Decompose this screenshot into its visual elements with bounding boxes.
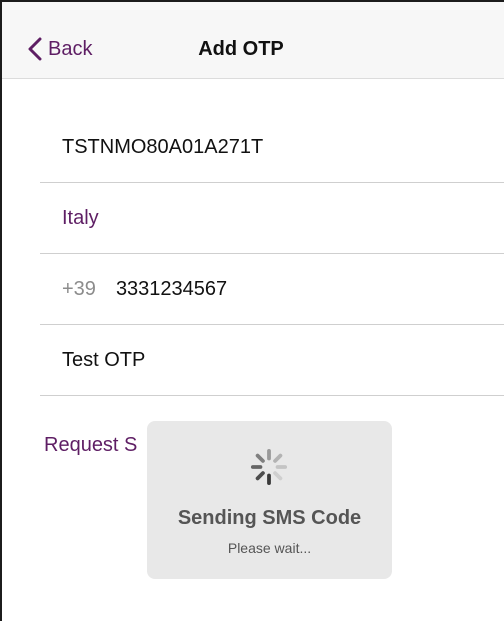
page-title: Add OTP <box>198 38 284 60</box>
code-field[interactable]: TSTNMO80A01A271T <box>40 112 504 183</box>
country-selector[interactable]: Italy <box>40 183 504 254</box>
country-value: Italy <box>62 206 99 229</box>
phone-number: 3331234567 <box>115 277 228 300</box>
navigation-bar: Back Add OTP <box>2 2 504 79</box>
code-value: TSTNMO80A01A271T <box>62 135 264 158</box>
spinner-icon <box>250 448 288 486</box>
name-field[interactable]: Test OTP <box>40 325 504 396</box>
loading-hud: Sending SMS Code Please wait... <box>147 421 392 579</box>
request-sms-button[interactable]: Request S <box>44 434 137 457</box>
name-value: Test OTP <box>62 348 146 371</box>
app-screen: Back Add OTP TSTNMO80A01A271T Italy +39 … <box>0 0 504 621</box>
hud-subtitle: Please wait... <box>227 540 312 556</box>
phone-prefix: +39 <box>62 277 96 300</box>
hud-title: Sending SMS Code <box>177 507 362 529</box>
phone-field[interactable]: +39 3331234567 <box>40 254 504 325</box>
